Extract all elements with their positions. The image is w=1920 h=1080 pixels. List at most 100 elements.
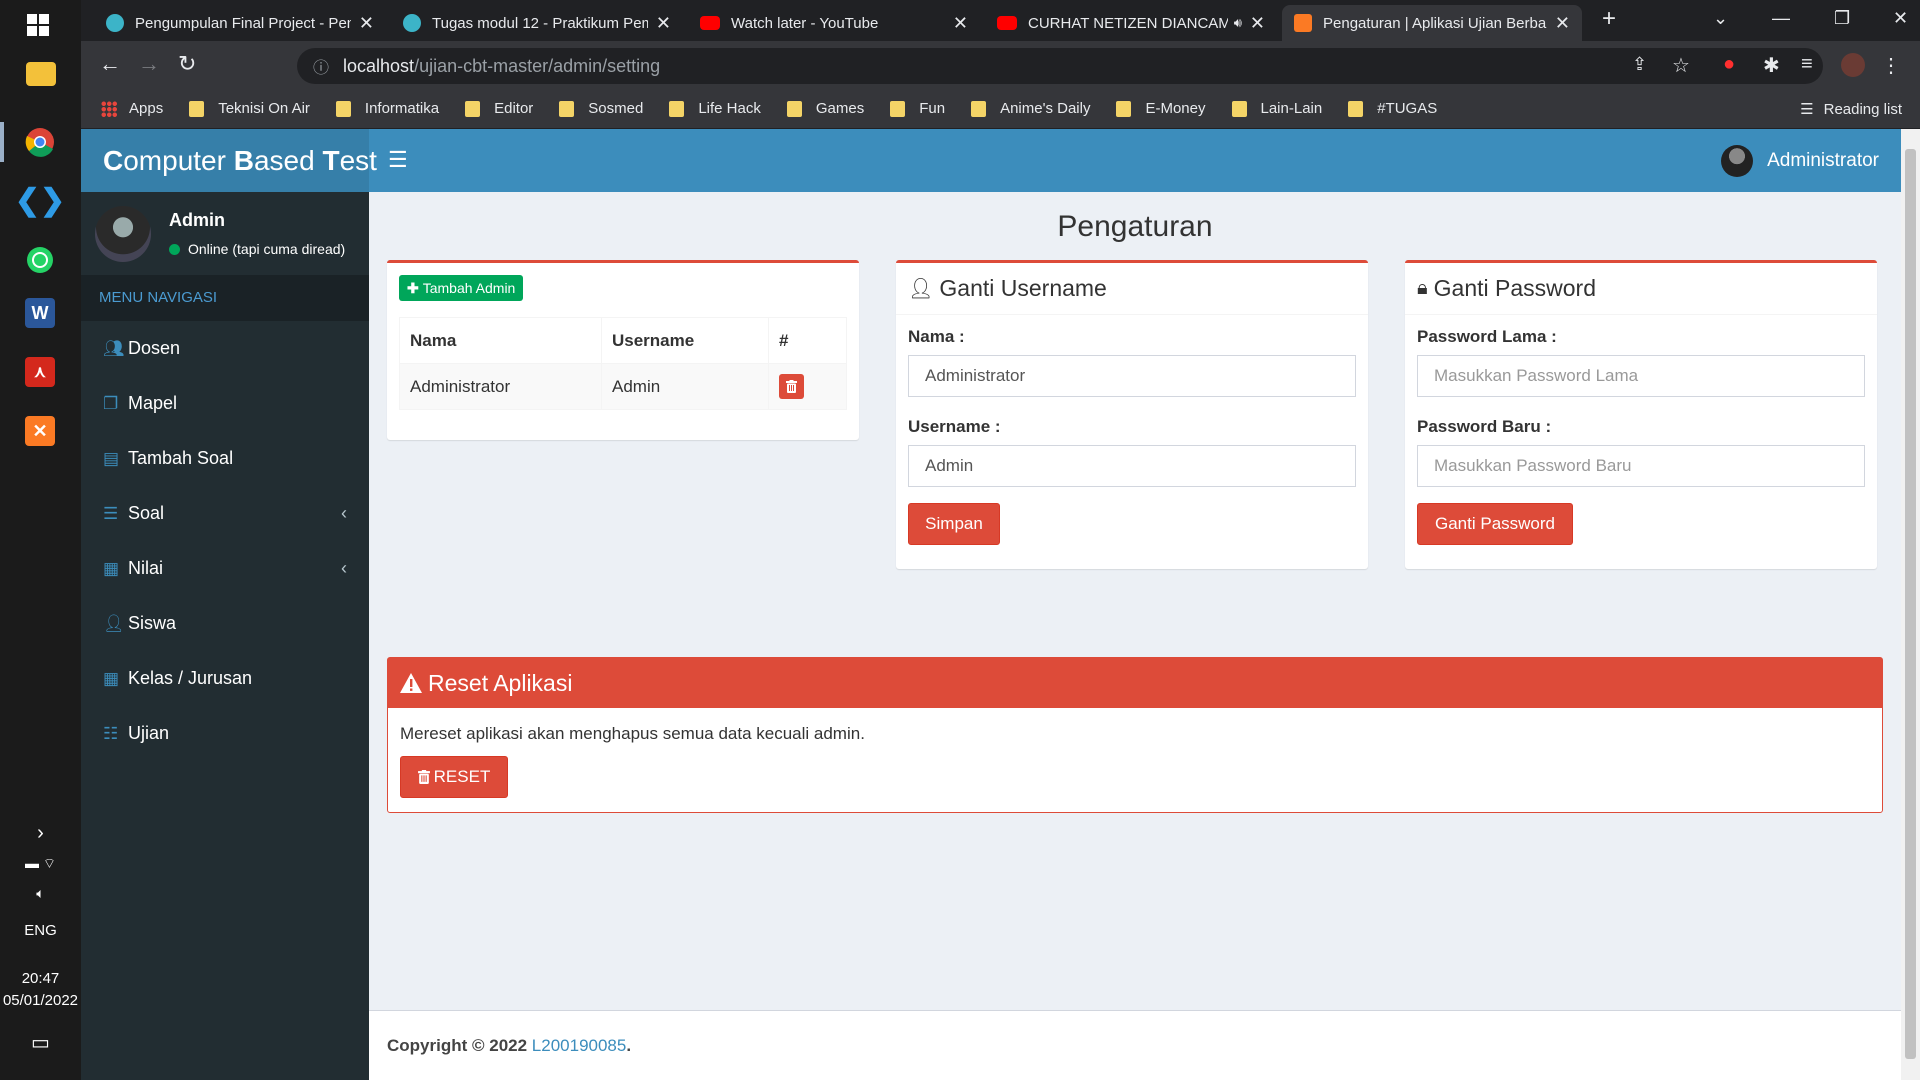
chrome-menu-icon[interactable]: ⋮ [1881, 53, 1901, 78]
audio-playing-icon[interactable]: 🔊︎ [1234, 15, 1242, 31]
close-tab-icon[interactable]: ✕ [359, 13, 374, 34]
profile-avatar[interactable] [1841, 53, 1865, 77]
bookmark-folder[interactable]: Anime's Daily [971, 100, 1090, 117]
sidebar-item-dosen[interactable]: 👥︎ Dosen [81, 321, 369, 376]
browser-tab-active[interactable]: Pengaturan | Aplikasi Ujian Berba ✕ [1282, 5, 1582, 41]
close-window-icon[interactable]: ✕ [1893, 8, 1908, 29]
browser-tab[interactable]: Watch later - YouTube ✕ [688, 5, 980, 41]
table-cell: Administrator [399, 363, 602, 410]
folder-icon [971, 100, 987, 117]
reset-button[interactable]: RESET [400, 756, 508, 798]
clock-time[interactable]: 20:47 [0, 970, 81, 987]
vscode-icon[interactable]: ❮❯ [15, 180, 65, 220]
bookmark-folder[interactable]: E-Money [1116, 100, 1206, 117]
user-status[interactable]: Online (tapi cuma diread) [169, 241, 345, 257]
bookmark-folder[interactable]: Life Hack [669, 100, 761, 117]
tab-title: Tugas modul 12 - Praktikum Pem [432, 14, 648, 32]
page-scrollbar[interactable] [1901, 129, 1920, 1080]
user-menu[interactable]: Administrator [1721, 145, 1879, 177]
tab-title: Watch later - YouTube [731, 14, 879, 32]
new-password-input[interactable]: Masukkan Password Baru [1417, 445, 1865, 487]
page-title: Pengaturan [1057, 210, 1213, 243]
close-tab-icon[interactable]: ✕ [1250, 13, 1265, 34]
whatsapp-icon[interactable] [20, 240, 60, 280]
bookmark-star-icon[interactable]: ☆ [1672, 53, 1690, 78]
file-explorer-icon[interactable] [26, 62, 56, 86]
close-tab-icon[interactable]: ✕ [656, 13, 671, 34]
new-tab-icon[interactable]: + [1602, 5, 1616, 33]
bookmark-folder[interactable]: Games [786, 100, 864, 117]
sidebar-item-soal[interactable]: ☰ Soal ‹ [81, 486, 369, 541]
trash-icon [417, 770, 430, 784]
bookmark-folder[interactable]: Editor [465, 100, 533, 117]
sidebar-item-mapel[interactable]: ❐ Mapel [81, 376, 369, 431]
sidebar-item-tambah-soal[interactable]: ▤ Tambah Soal [81, 431, 369, 486]
show-hidden-icons[interactable]: › [0, 822, 81, 845]
battery-wifi-icon[interactable]: ▬ ⌔ [0, 855, 81, 873]
media-control-icon[interactable]: ≡ [1801, 53, 1813, 76]
notification-icon[interactable]: ▭ [0, 1030, 81, 1055]
reset-app-box: Reset Aplikasi Mereset aplikasi akan men… [387, 657, 1883, 813]
browser-tab[interactable]: Pengumpulan Final Project - Pem ✕ [94, 5, 386, 41]
browser-tab[interactable]: Tugas modul 12 - Praktikum Pem ✕ [391, 5, 683, 41]
table-header-row: Nama Username # [399, 317, 847, 364]
volume-icon[interactable]: 🔈︎ [0, 885, 81, 902]
old-password-label: Password Lama : [1417, 327, 1557, 346]
tab-search-icon[interactable]: ⌄ [1713, 8, 1728, 29]
tab-favicon-icon [403, 14, 421, 32]
list-icon: ☰ [103, 503, 119, 523]
app-logo[interactable]: Computer Based Test [81, 129, 377, 192]
browser-tab[interactable]: CURHAT NETIZEN DIANCAM 🔊︎ ✕ [985, 5, 1277, 41]
sidebar-item-nilai[interactable]: ▦ Nilai ‹ [81, 541, 369, 596]
bookmark-folder[interactable]: #TUGAS [1348, 100, 1437, 117]
chrome-icon[interactable] [20, 122, 60, 162]
bookmark-folder[interactable]: Teknisi On Air [189, 100, 310, 117]
bookmark-folder[interactable]: Informatika [335, 100, 439, 117]
sidebar-item-siswa[interactable]: 👤︎ Siswa [81, 596, 369, 651]
delete-admin-button[interactable] [779, 374, 804, 399]
bookmark-folder[interactable]: Sosmed [559, 100, 643, 117]
scrollbar-thumb[interactable] [1905, 149, 1916, 1059]
minimize-icon[interactable]: — [1772, 8, 1790, 29]
add-admin-button[interactable]: ✚ Tambah Admin [399, 275, 524, 301]
sidebar-toggle-icon[interactable]: ☰ [388, 147, 408, 173]
bookmark-folder[interactable]: Lain-Lain [1231, 100, 1322, 117]
admin-list-box: ✚ Tambah Admin Nama Username # Administra… [387, 260, 859, 440]
sidebar-item-kelas-jurusan[interactable]: ▦ Kelas / Jurusan [81, 651, 369, 706]
windows-start-icon[interactable] [27, 14, 49, 36]
bookmark-folder[interactable]: Fun [890, 100, 945, 117]
bookmarks-bar: Apps Teknisi On Air Informatika Editor S… [81, 89, 1920, 129]
nama-input[interactable]: Administrator [908, 355, 1356, 397]
save-username-button[interactable]: Simpan [908, 503, 1000, 545]
change-password-button[interactable]: Ganti Password [1417, 503, 1573, 545]
folder-icon [1116, 100, 1132, 117]
reload-icon[interactable]: ↻ [178, 51, 196, 77]
bookmark-apps[interactable]: Apps [101, 100, 163, 117]
word-icon[interactable]: W [25, 298, 55, 328]
extension-adblock-icon[interactable]: ● [1723, 53, 1735, 76]
reading-list[interactable]: ☰ Reading list [1800, 89, 1902, 129]
folder-icon [1231, 100, 1247, 117]
avatar [1721, 145, 1754, 177]
footer-suffix: . [626, 1035, 632, 1055]
old-password-input[interactable]: Masukkan Password Lama [1417, 355, 1865, 397]
online-dot-icon [169, 243, 180, 255]
username-input[interactable]: Admin [908, 445, 1356, 487]
new-password-label: Password Baru : [1417, 417, 1552, 436]
share-icon[interactable]: ⇪ [1632, 54, 1647, 75]
acrobat-icon[interactable]: ⋏ [25, 357, 55, 387]
extensions-icon[interactable]: ✱ [1763, 53, 1780, 78]
back-icon[interactable]: ← [99, 51, 121, 77]
forward-icon[interactable]: → [138, 51, 160, 77]
close-tab-icon[interactable]: ✕ [1555, 13, 1570, 34]
restore-icon[interactable]: ❐ [1834, 8, 1850, 29]
list-alt-icon: ▤ [103, 448, 120, 468]
sidebar-item-ujian[interactable]: ☷ Ujian [81, 706, 369, 761]
close-tab-icon[interactable]: ✕ [953, 13, 968, 34]
language-indicator[interactable]: ENG [0, 922, 81, 939]
footer-link[interactable]: L200190085 [532, 1036, 627, 1056]
clock-date[interactable]: 05/01/2022 [0, 992, 81, 1009]
info-icon[interactable]: ⓘ [313, 54, 329, 78]
xampp-icon[interactable]: ✕ [25, 416, 55, 446]
address-bar[interactable]: ⓘ localhost/ujian-cbt-master/admin/setti… [297, 48, 1823, 84]
